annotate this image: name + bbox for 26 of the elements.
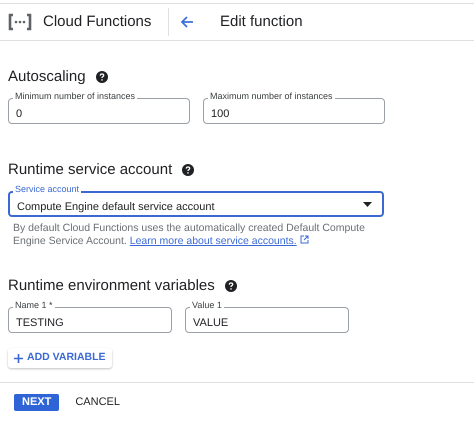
- next-button[interactable]: NEXT: [14, 394, 60, 411]
- functions-logo-icon: [7, 13, 33, 31]
- section-title: Runtime environment variables: [8, 276, 215, 296]
- external-link-icon: [300, 235, 309, 244]
- help-text: By default Cloud Functions uses the automatically created Default Compute Engine Service Account. Learn more about service accounts.: [13, 222, 366, 248]
- field-label: Value 1: [190, 300, 224, 311]
- plus-icon: [14, 354, 23, 362]
- section-title: Autoscaling: [8, 66, 86, 87]
- field-label: Name 1 *: [13, 300, 55, 311]
- dropdown-caret-icon: [363, 202, 372, 207]
- cancel-button[interactable]: CANCEL: [73, 394, 122, 411]
- product-name: Cloud Functions: [43, 12, 152, 32]
- field-label: Maximum number of instances: [208, 91, 335, 102]
- back-arrow-icon: [180, 15, 194, 29]
- add-variable-button[interactable]: ADD VARIABLE: [8, 348, 112, 368]
- select-field[interactable]: Compute Engine default service account: [8, 191, 384, 217]
- input-field[interactable]: VALUE: [185, 307, 349, 333]
- learn-more-link[interactable]: Learn more about service accounts.: [130, 235, 297, 247]
- field-label: Minimum number of instances: [13, 91, 138, 102]
- input-field[interactable]: TESTING: [8, 307, 172, 333]
- section-title: Runtime service account: [8, 160, 172, 180]
- help-icon[interactable]: [224, 280, 237, 292]
- field-label: Service account: [13, 184, 82, 195]
- help-icon[interactable]: [96, 71, 108, 83]
- help-icon[interactable]: [182, 164, 194, 176]
- page-title: Edit function: [220, 12, 303, 32]
